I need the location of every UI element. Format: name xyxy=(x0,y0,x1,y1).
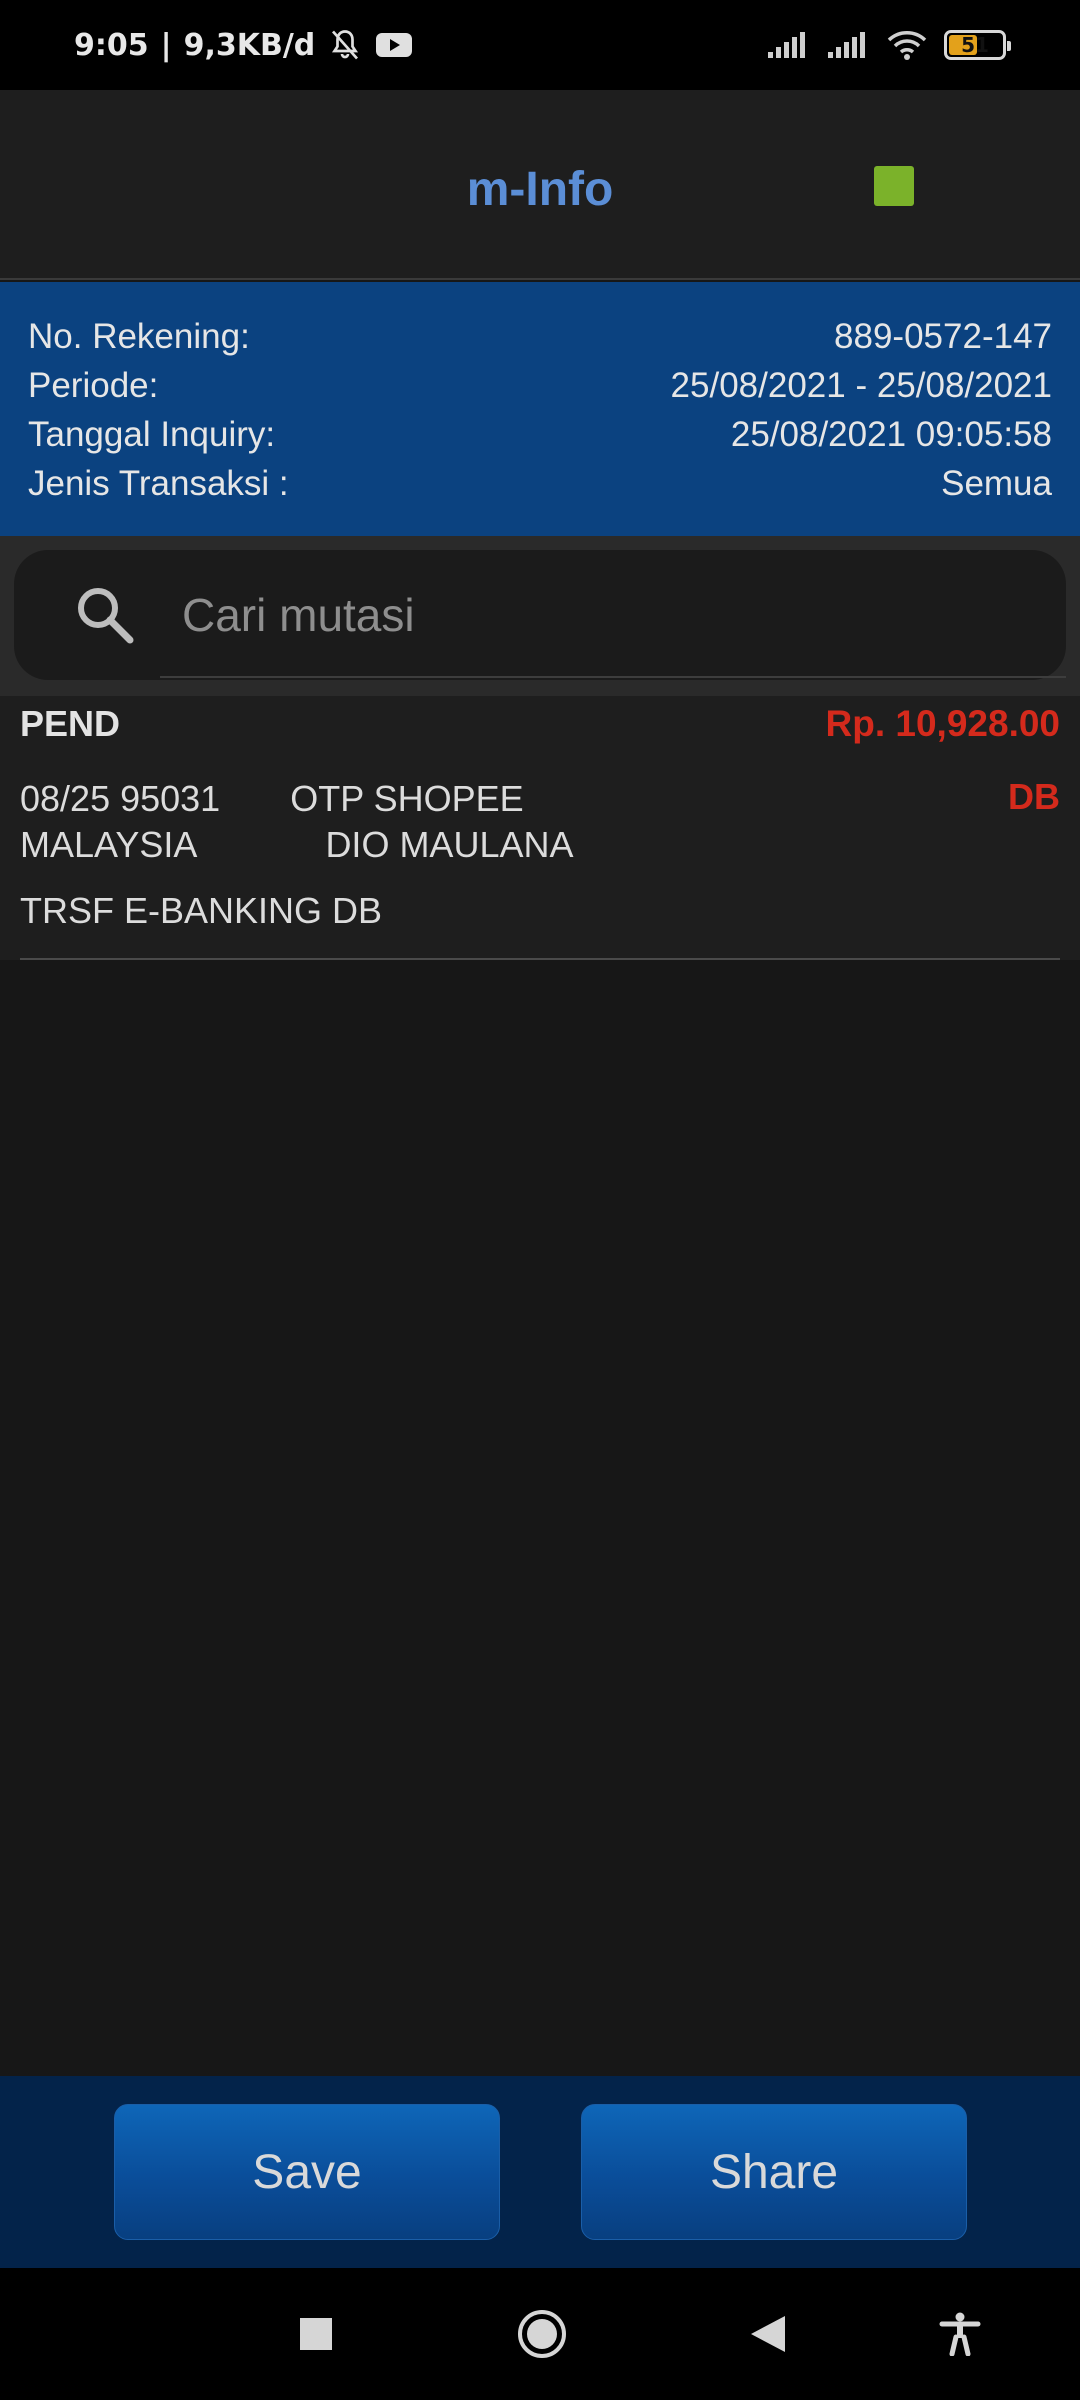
save-button[interactable]: Save xyxy=(114,2104,500,2240)
recents-button[interactable] xyxy=(284,2268,348,2400)
account-info-panel: No. Rekening: 889-0572-147 Periode: 25/0… xyxy=(0,282,1080,536)
transaction-description: TRSF E-BANKING DB xyxy=(20,890,383,931)
info-row-period: Periode: 25/08/2021 - 25/08/2021 xyxy=(28,361,1052,410)
back-button[interactable] xyxy=(736,2268,800,2400)
signal-icon xyxy=(828,32,865,58)
battery-icon: 51 xyxy=(944,30,1011,60)
transaction-list-empty-area xyxy=(0,960,1080,2076)
transaction-detail-line1: 08/25 95031 OTP SHOPEE xyxy=(20,778,524,819)
wifi-icon xyxy=(887,31,927,60)
status-indicator-icon xyxy=(874,166,914,206)
accessibility-icon xyxy=(939,2312,981,2356)
signal-icon xyxy=(768,32,805,58)
status-left: 9:05 | 9,3KB/d xyxy=(74,0,413,90)
search-underline xyxy=(160,676,1066,678)
info-label: Periode: xyxy=(28,365,159,405)
info-value: 25/08/2021 09:05:58 xyxy=(730,414,1052,454)
youtube-icon xyxy=(376,33,413,57)
transaction-status: PEND xyxy=(20,703,121,744)
info-value: 25/08/2021 - 25/08/2021 xyxy=(670,365,1052,405)
status-separator: | xyxy=(160,27,172,63)
status-bar: 9:05 | 9,3KB/d 51 xyxy=(0,0,1080,90)
info-label: Tanggal Inquiry: xyxy=(28,414,276,454)
search-input[interactable] xyxy=(164,550,1034,680)
search-box[interactable] xyxy=(14,550,1066,680)
list-item[interactable]: PEND Rp. 10,928.00 08/25 95031 OTP SHOPE… xyxy=(0,696,1080,960)
info-value: 889-0572-147 xyxy=(834,316,1052,356)
info-label: No. Rekening: xyxy=(28,316,250,356)
status-time: 9:05 xyxy=(74,27,149,63)
search-bar xyxy=(0,536,1080,696)
info-row-inquiry-date: Tanggal Inquiry: 25/08/2021 09:05:58 xyxy=(28,410,1052,459)
circle-home-icon xyxy=(518,2310,566,2358)
system-nav-bar xyxy=(0,2268,1080,2400)
mute-bell-icon xyxy=(332,30,359,60)
search-icon xyxy=(78,588,134,644)
home-button[interactable] xyxy=(510,2268,574,2400)
status-right: 51 xyxy=(766,0,1011,90)
transaction-amount: Rp. 10,928.00 xyxy=(825,703,1060,744)
page-title: m-Info xyxy=(466,163,614,216)
square-recents-icon xyxy=(300,2318,332,2350)
info-row-transaction-type: Jenis Transaksi : Semua xyxy=(28,459,1052,508)
triangle-back-icon xyxy=(751,2316,785,2352)
info-row-account: No. Rekening: 889-0572-147 xyxy=(28,312,1052,361)
status-speed: 9,3KB/d xyxy=(183,27,316,63)
info-label: Jenis Transaksi : xyxy=(28,463,289,503)
transaction-type: DB xyxy=(1008,776,1060,817)
info-value: Semua xyxy=(941,463,1052,503)
accessibility-button[interactable] xyxy=(928,2268,992,2400)
battery-level: 51 xyxy=(961,33,989,57)
action-bar: Save Share xyxy=(0,2076,1080,2268)
app-header: m-Info xyxy=(0,90,1080,280)
transaction-detail-line2: MALAYSIA DIO MAULANA xyxy=(20,824,574,865)
share-button[interactable]: Share xyxy=(581,2104,967,2240)
